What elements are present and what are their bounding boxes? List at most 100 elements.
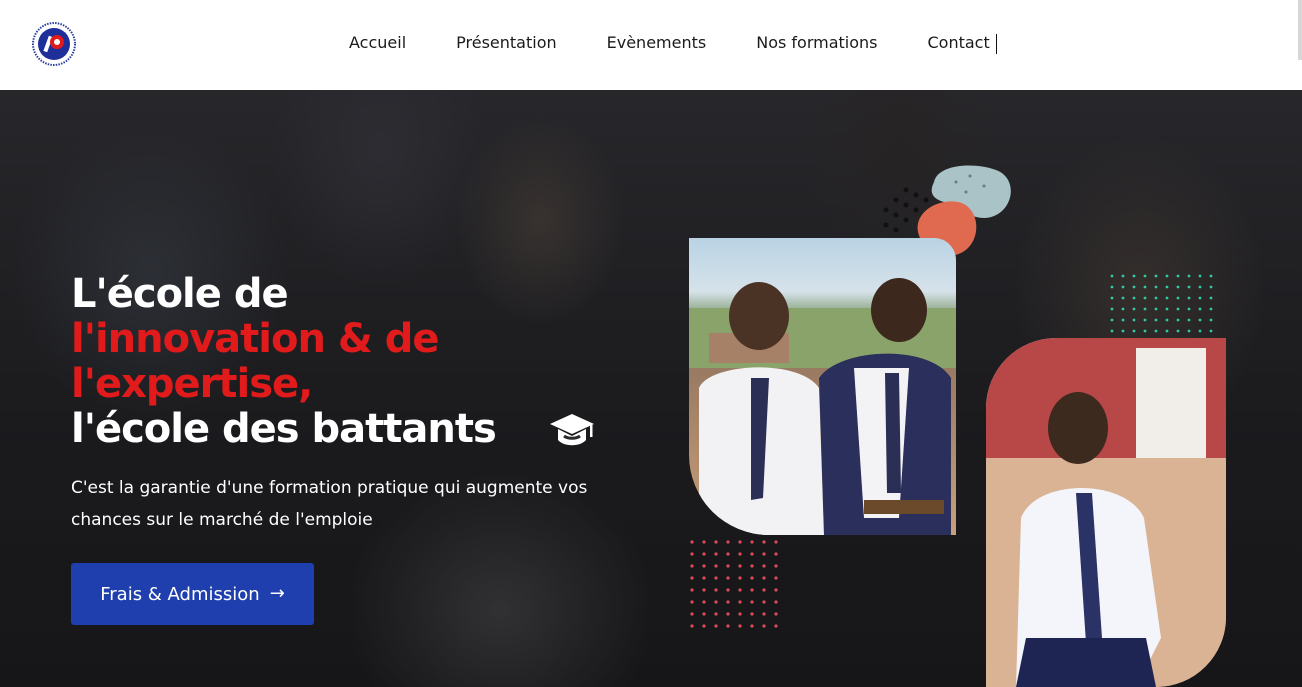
decorative-dot: [714, 624, 718, 628]
decorative-dot: [774, 552, 778, 556]
decorative-dot: [1143, 318, 1147, 322]
decorative-dot: [1165, 307, 1169, 311]
decorative-dot: [738, 576, 742, 580]
decorative-dot: [1154, 307, 1158, 311]
student-photo-single: [986, 338, 1226, 687]
decorative-dot: [714, 600, 718, 604]
decorative-dot: [1110, 274, 1114, 278]
decorative-dot: [750, 588, 754, 592]
decorative-dot: [1198, 285, 1202, 289]
school-logo[interactable]: [32, 22, 76, 66]
headline-line-4: l'école des battants: [71, 406, 497, 452]
decorative-dot: [1209, 296, 1213, 300]
decorative-dot: [1110, 296, 1114, 300]
decorative-dot: [1209, 307, 1213, 311]
decorative-dot: [1165, 285, 1169, 289]
decorative-dot: [1143, 285, 1147, 289]
students-photo-duo: [689, 238, 956, 535]
decorative-dot: [762, 540, 766, 544]
decorative-dot: [1110, 329, 1114, 333]
decorative-dot: [750, 612, 754, 616]
decorative-dot: [1110, 318, 1114, 322]
decorative-dot: [690, 588, 694, 592]
decorative-dot: [1209, 329, 1213, 333]
text-cursor: [996, 34, 997, 54]
decorative-dot: [1132, 307, 1136, 311]
decorative-dot: [1132, 329, 1136, 333]
decorative-dot: [726, 540, 730, 544]
decorative-dot: [1165, 274, 1169, 278]
decorative-dot: [1209, 274, 1213, 278]
fees-admission-button[interactable]: Frais & Admission →: [71, 563, 314, 625]
decorative-dot: [726, 624, 730, 628]
decorative-dot: [690, 612, 694, 616]
decorative-dot: [762, 588, 766, 592]
decorative-dot: [1143, 329, 1147, 333]
decorative-dot: [1187, 329, 1191, 333]
nav-formations[interactable]: Nos formations: [756, 33, 877, 53]
decorative-dot: [1165, 296, 1169, 300]
decorative-dot: [1143, 274, 1147, 278]
decorative-dot: [690, 552, 694, 556]
decorative-dot: [690, 576, 694, 580]
nav-evenements[interactable]: Evènements: [607, 33, 707, 53]
site-header: Accueil Présentation Evènements Nos form…: [0, 0, 1302, 90]
decorative-dot: [774, 624, 778, 628]
nav-accueil[interactable]: Accueil: [349, 33, 406, 53]
decorative-dot: [738, 624, 742, 628]
decorative-dot: [1176, 307, 1180, 311]
hero-subtitle: C'est la garantie d'une formation pratiq…: [71, 478, 588, 530]
decorative-dot: [774, 600, 778, 604]
nav-contact[interactable]: Contact: [928, 33, 990, 53]
decorative-dot: [702, 564, 706, 568]
decorative-dot: [774, 540, 778, 544]
decorative-dot: [1176, 296, 1180, 300]
decorative-dot: [1154, 318, 1158, 322]
decorative-dot: [702, 612, 706, 616]
decorative-dot: [1198, 307, 1202, 311]
decorative-dot: [762, 576, 766, 580]
decorative-dot: [1165, 329, 1169, 333]
decorative-dot: [702, 552, 706, 556]
hero-headline: L'école de l'innovation & de l'expertise…: [71, 272, 631, 452]
decorative-dot: [1198, 296, 1202, 300]
decorative-dot: [1187, 296, 1191, 300]
decorative-dot: [750, 540, 754, 544]
headline-red-line-2: l'expertise,: [71, 361, 313, 407]
decorative-dot: [738, 612, 742, 616]
decorative-dot: [1187, 274, 1191, 278]
decorative-dot: [1154, 285, 1158, 289]
decorative-dot: [1209, 318, 1213, 322]
decorative-dot: [726, 612, 730, 616]
decorative-dot: [702, 624, 706, 628]
decorative-dot: [750, 600, 754, 604]
decorative-dot: [1187, 318, 1191, 322]
graduation-cap-icon: [550, 414, 594, 446]
headline-line-1: L'école de: [71, 271, 289, 317]
decorative-dots-teal: [1110, 274, 1213, 333]
decorative-dot: [1121, 318, 1125, 322]
decorative-dot: [750, 576, 754, 580]
decorative-dot: [1176, 285, 1180, 289]
decorative-dot: [714, 540, 718, 544]
decorative-dot: [1187, 285, 1191, 289]
nav-presentation[interactable]: Présentation: [456, 33, 556, 53]
decorative-dot: [774, 588, 778, 592]
decorative-dot: [702, 540, 706, 544]
decorative-dot: [690, 540, 694, 544]
decorative-dot: [702, 600, 706, 604]
scrollbar[interactable]: [1298, 0, 1302, 60]
decorative-dot: [738, 564, 742, 568]
decorative-dot: [774, 564, 778, 568]
decorative-dot: [1198, 274, 1202, 278]
decorative-dot: [1209, 285, 1213, 289]
decorative-dot: [690, 600, 694, 604]
decorative-dot: [702, 588, 706, 592]
decorative-dot: [714, 564, 718, 568]
decorative-dot: [1143, 296, 1147, 300]
decorative-dot: [690, 564, 694, 568]
decorative-dot: [1110, 285, 1114, 289]
decorative-dot: [750, 624, 754, 628]
decorative-dot: [738, 540, 742, 544]
decorative-dot: [1176, 274, 1180, 278]
